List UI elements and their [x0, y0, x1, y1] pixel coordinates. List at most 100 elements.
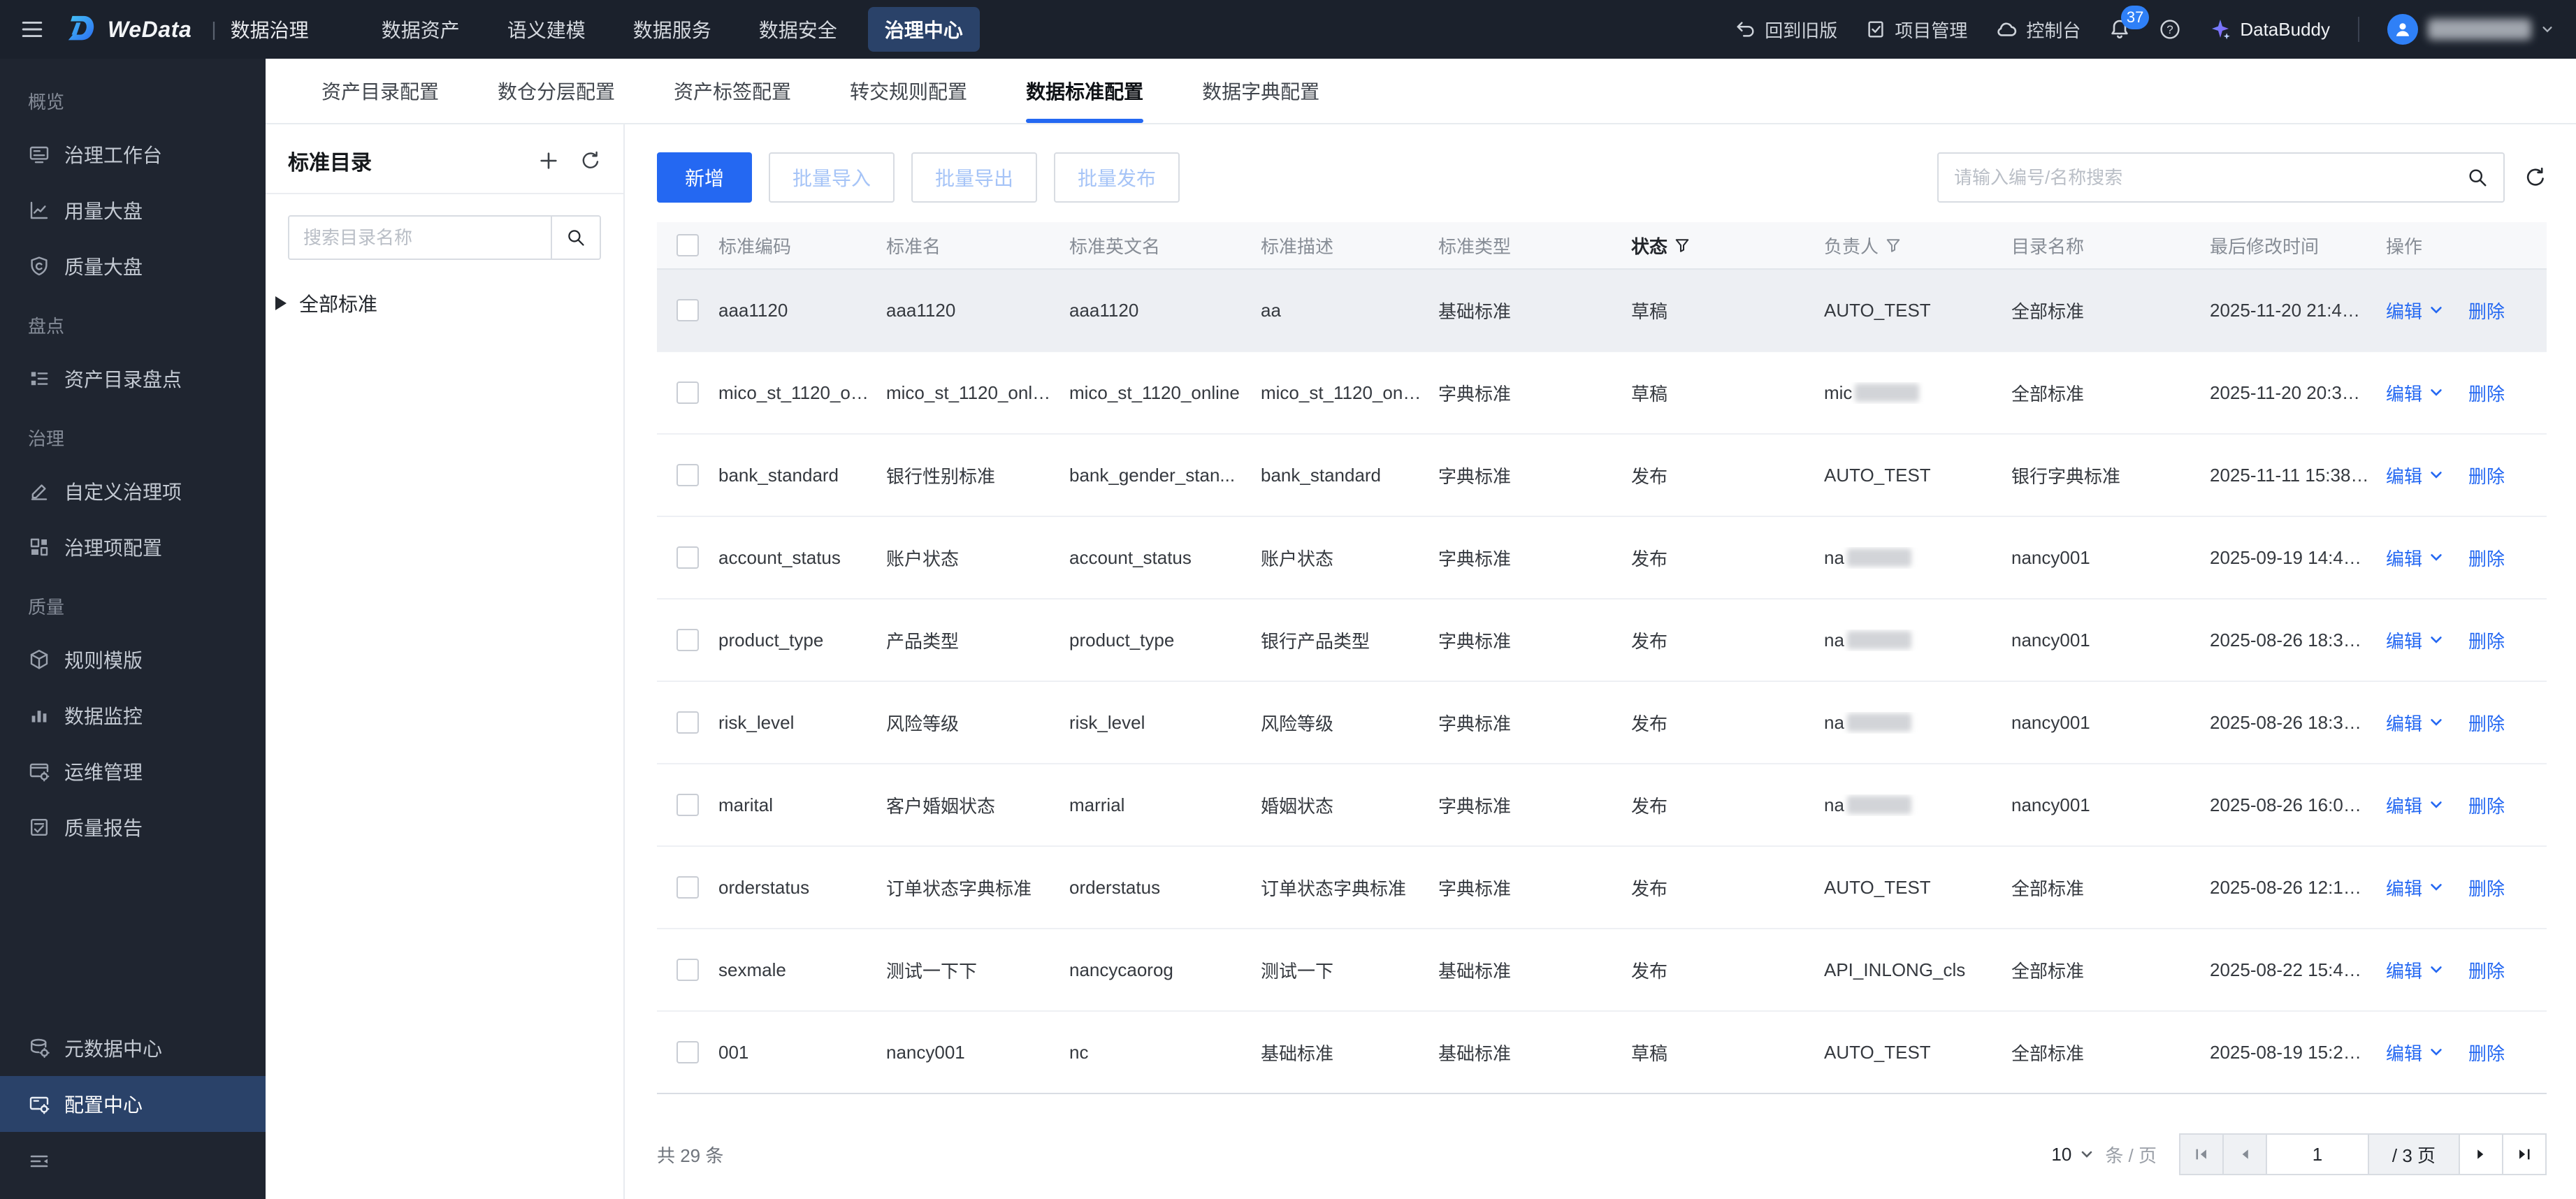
edit-action[interactable]: 编辑: [2386, 463, 2443, 488]
delete-action[interactable]: 删除: [2468, 545, 2505, 571]
nav-item[interactable]: 语义建模: [491, 7, 602, 52]
row-checkbox[interactable]: [676, 794, 699, 816]
column-header[interactable]: 目录名称: [2011, 233, 2210, 259]
tab[interactable]: 资产目录配置: [292, 59, 468, 123]
hamburger-menu-icon[interactable]: [0, 17, 64, 41]
tab[interactable]: 数据字典配置: [1173, 59, 1349, 123]
search-icon[interactable]: [551, 217, 600, 259]
brand[interactable]: WeData | 数据治理: [64, 13, 309, 45]
column-header[interactable]: 标准名: [886, 233, 1069, 259]
standards-search-input[interactable]: [1954, 166, 2467, 189]
add-catalog-icon[interactable]: [538, 150, 559, 171]
sidebar-item[interactable]: 质量报告: [0, 799, 266, 855]
sidebar-item[interactable]: 质量大盘: [0, 238, 266, 294]
tab[interactable]: 转交规则配置: [820, 59, 997, 123]
row-checkbox[interactable]: [676, 546, 699, 569]
table-row[interactable]: aaa1120 aaa1120 aaa1120 aa 基础标准 草稿 AUTO_…: [657, 270, 2547, 352]
column-header[interactable]: 标准编码: [718, 233, 886, 259]
edit-action[interactable]: 编辑: [2386, 545, 2443, 571]
edit-action[interactable]: 编辑: [2386, 380, 2443, 406]
last-page-button[interactable]: [2502, 1133, 2547, 1175]
delete-action[interactable]: 删除: [2468, 875, 2505, 901]
row-checkbox[interactable]: [676, 1041, 699, 1063]
sidebar-item[interactable]: 资产目录盘点: [0, 351, 266, 407]
help-icon[interactable]: ?: [2159, 18, 2181, 41]
nav-item[interactable]: 治理中心: [867, 7, 980, 52]
select-all-checkbox[interactable]: [676, 234, 699, 256]
delete-action[interactable]: 删除: [2468, 463, 2505, 488]
nav-item[interactable]: 数据资产: [365, 7, 477, 52]
row-checkbox[interactable]: [676, 464, 699, 486]
row-checkbox[interactable]: [676, 959, 699, 981]
edit-action[interactable]: 编辑: [2386, 298, 2443, 324]
back-to-legacy-link[interactable]: 回到旧版: [1735, 17, 1837, 43]
tab[interactable]: 资产标签配置: [644, 59, 820, 123]
edit-action[interactable]: 编辑: [2386, 792, 2443, 818]
nav-item[interactable]: 数据安全: [742, 7, 854, 52]
edit-action[interactable]: 编辑: [2386, 627, 2443, 653]
sidebar-item[interactable]: 配置中心: [0, 1076, 266, 1132]
nav-item[interactable]: 数据服务: [616, 7, 728, 52]
delete-action[interactable]: 删除: [2468, 710, 2505, 736]
batch-export-button[interactable]: 批量导出: [911, 152, 1038, 203]
tree-node-all-standards[interactable]: 全部标准: [266, 289, 623, 317]
row-checkbox[interactable]: [676, 711, 699, 734]
table-row[interactable]: orderstatus 订单状态字典标准 orderstatus 订单状态字典标…: [657, 847, 2547, 929]
row-checkbox[interactable]: [676, 299, 699, 321]
column-header[interactable]: 状态: [1631, 233, 1824, 259]
delete-action[interactable]: 删除: [2468, 792, 2505, 818]
edit-action[interactable]: 编辑: [2386, 1040, 2443, 1066]
refresh-table-icon[interactable]: [2524, 166, 2547, 189]
delete-action[interactable]: 删除: [2468, 627, 2505, 653]
delete-action[interactable]: 删除: [2468, 380, 2505, 406]
sidebar-item[interactable]: 数据监控: [0, 688, 266, 743]
databuddy-link[interactable]: DataBuddy: [2209, 18, 2330, 41]
delete-action[interactable]: 删除: [2468, 298, 2505, 324]
batch-publish-button[interactable]: 批量发布: [1054, 152, 1180, 203]
column-header[interactable]: 标准描述: [1261, 233, 1438, 259]
sidebar-item[interactable]: 规则模版: [0, 632, 266, 688]
prev-page-button[interactable]: [2222, 1133, 2267, 1175]
sidebar-item[interactable]: 用量大盘: [0, 182, 266, 238]
row-checkbox[interactable]: [676, 382, 699, 404]
table-row[interactable]: marital 客户婚姻状态 marrial 婚姻状态 字典标准 发布 na n…: [657, 764, 2547, 847]
search-icon[interactable]: [2467, 167, 2488, 188]
edit-action[interactable]: 编辑: [2386, 710, 2443, 736]
sidebar-item[interactable]: 治理项配置: [0, 519, 266, 575]
catalog-search-input[interactable]: [289, 217, 551, 259]
current-page-input[interactable]: [2267, 1135, 2368, 1174]
table-row[interactable]: bank_standard 银行性别标准 bank_gender_stan...…: [657, 435, 2547, 517]
row-checkbox[interactable]: [676, 876, 699, 899]
sidebar-collapse-icon[interactable]: [0, 1132, 266, 1193]
delete-action[interactable]: 删除: [2468, 1040, 2505, 1066]
sidebar-item[interactable]: 运维管理: [0, 743, 266, 799]
table-row[interactable]: mico_st_1120_online mico_st_1120_online …: [657, 352, 2547, 435]
tree-expander-icon[interactable]: [275, 296, 287, 310]
sidebar-item[interactable]: 元数据中心: [0, 1020, 266, 1076]
row-checkbox[interactable]: [676, 629, 699, 651]
project-management-link[interactable]: 项目管理: [1865, 17, 1967, 43]
table-row[interactable]: product_type 产品类型 product_type 银行产品类型 字典…: [657, 600, 2547, 682]
table-row[interactable]: sexmale 测试一下下 nancycaorog 测试一下 基础标准 发布 A…: [657, 929, 2547, 1012]
console-link[interactable]: 控制台: [1995, 17, 2081, 43]
sidebar-item[interactable]: 自定义治理项: [0, 463, 266, 519]
column-header[interactable]: 操作: [2386, 233, 2547, 259]
column-header[interactable]: 标准英文名: [1069, 233, 1261, 259]
refresh-catalog-icon[interactable]: [580, 150, 601, 171]
tab[interactable]: 数仓分层配置: [468, 59, 644, 123]
notifications-bell-icon[interactable]: 37: [2108, 6, 2150, 41]
tab[interactable]: 数据标准配置: [997, 59, 1173, 123]
first-page-button[interactable]: [2179, 1133, 2224, 1175]
edit-action[interactable]: 编辑: [2386, 875, 2443, 901]
batch-import-button[interactable]: 批量导入: [769, 152, 895, 203]
column-header[interactable]: 标准类型: [1438, 233, 1631, 259]
filter-icon[interactable]: [1674, 238, 1690, 253]
table-row[interactable]: 001 nancy001 nc 基础标准 基础标准 草稿 AUTO_TEST 全…: [657, 1012, 2547, 1094]
filter-icon[interactable]: [1886, 238, 1901, 253]
sidebar-item[interactable]: 治理工作台: [0, 126, 266, 182]
column-header[interactable]: 负责人: [1824, 233, 2011, 259]
table-row[interactable]: risk_level 风险等级 risk_level 风险等级 字典标准 发布 …: [657, 682, 2547, 764]
delete-action[interactable]: 删除: [2468, 957, 2505, 983]
edit-action[interactable]: 编辑: [2386, 957, 2443, 983]
next-page-button[interactable]: [2459, 1133, 2503, 1175]
